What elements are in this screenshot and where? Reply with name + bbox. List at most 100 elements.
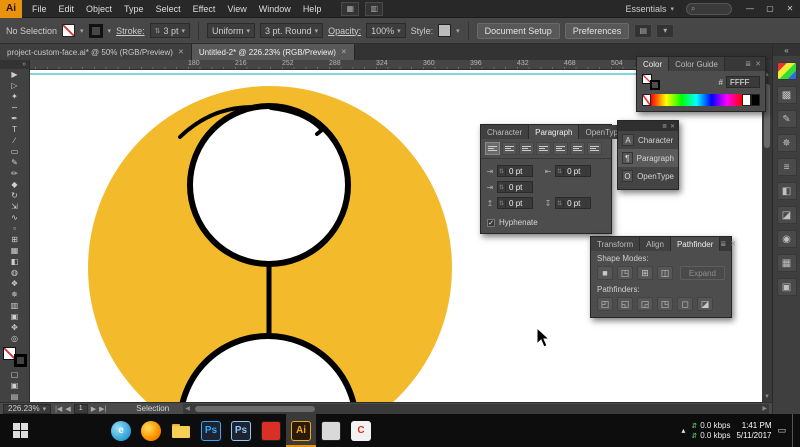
pencil-tool[interactable]: ✏ [4, 168, 26, 179]
menu-help[interactable]: Help [297, 0, 328, 18]
tab-align[interactable]: Align [640, 237, 671, 251]
scale-tool[interactable]: ⇲ [4, 201, 26, 212]
start-button[interactable] [0, 414, 40, 447]
style-swatch[interactable] [438, 24, 452, 37]
panel-menu-icon[interactable]: ≣ [745, 60, 751, 68]
swatches-panel-icon[interactable]: ▩ [776, 86, 797, 104]
direct-selection-tool[interactable]: ▷ [4, 80, 26, 91]
control-overflow-icon[interactable]: ▾ [656, 23, 675, 38]
shape-mode-exclude[interactable]: ◫ [657, 266, 673, 280]
none-color-swatch[interactable] [642, 94, 651, 106]
justify-last-right[interactable] [570, 142, 585, 155]
chevron-down-icon[interactable]: ▾ [397, 27, 401, 35]
close-icon[interactable]: ✕ [341, 48, 347, 56]
screen-layout-icon[interactable]: ▥ [365, 1, 384, 16]
vertical-scrollbar[interactable]: ▲ ▼ [762, 70, 772, 402]
line-segment-tool[interactable]: ∕ [4, 135, 26, 146]
edge-browser[interactable]: e [106, 414, 136, 447]
color-panel-icon[interactable] [776, 62, 797, 80]
width-profile-select[interactable]: Uniform ▾ [206, 23, 256, 38]
menu-edit[interactable]: Edit [53, 0, 81, 18]
document-setup-button[interactable]: Document Setup [476, 22, 560, 39]
flyout-item-paragraph[interactable]: ¶ Paragraph [618, 149, 678, 167]
color-fill-stroke-indicator[interactable] [642, 74, 660, 90]
fill-stroke-indicator[interactable] [2, 346, 27, 367]
white-swatch[interactable] [742, 94, 751, 106]
flyout-item-opentype[interactable]: O OpenType [618, 167, 678, 185]
tab-character[interactable]: Character [481, 125, 530, 139]
right-indent-input[interactable]: ⇅ 0 pt [555, 165, 592, 177]
illustrator[interactable]: Ai [286, 414, 316, 447]
tab-color-guide[interactable]: Color Guide [669, 57, 725, 71]
blend-tool[interactable]: ❖ [4, 278, 26, 289]
document-tab[interactable]: project-custom-face.ai* @ 50% (RGB/Previ… [0, 44, 192, 60]
shape-mode-minus-front[interactable]: ◳ [617, 266, 633, 280]
lasso-tool[interactable]: ∽ [4, 102, 26, 113]
chevron-down-icon[interactable]: ▾ [43, 405, 47, 413]
style-dropdown-icon[interactable]: ▾ [456, 27, 460, 35]
justify-last-center[interactable] [553, 142, 568, 155]
tab-pathfinder[interactable]: Pathfinder [670, 237, 721, 251]
zoom-tool[interactable]: ◎ [4, 333, 26, 344]
tools-collapse-button[interactable]: » [0, 60, 29, 69]
width-tool[interactable]: ∿ [4, 212, 26, 223]
selection-tool[interactable]: ▶ [4, 69, 26, 80]
hyphenate-checkbox[interactable]: ✓ [487, 218, 495, 227]
pathfinder-crop[interactable]: ◳ [657, 297, 673, 311]
pen-tool[interactable]: ✒ [4, 113, 26, 124]
stroke-dropdown-icon[interactable]: ▾ [108, 27, 112, 35]
toolbox-stroke-swatch[interactable] [13, 354, 27, 367]
shape-mode-unite[interactable]: ■ [597, 266, 613, 280]
free-transform-tool[interactable]: ▫ [4, 223, 26, 234]
search-box[interactable]: ⌕ [686, 2, 732, 15]
zoom-level-select[interactable]: 226.23% ▾ [3, 403, 52, 414]
action-center-icon[interactable]: ▭ [777, 425, 786, 436]
left-indent-input[interactable]: ⇅ 0 pt [497, 165, 534, 177]
file-explorer[interactable] [166, 414, 196, 447]
close-icon[interactable]: ✕ [178, 48, 184, 56]
menu-object[interactable]: Object [80, 0, 118, 18]
stroke-link[interactable]: Stroke: [116, 26, 145, 36]
pathfinder-merge[interactable]: ◲ [637, 297, 653, 311]
fill-swatch[interactable] [62, 24, 76, 37]
first-artboard-button[interactable]: |◀ [55, 405, 62, 413]
screen-mode-icon[interactable]: ▤ [4, 391, 26, 402]
panel-menu-icon[interactable]: ≣ [720, 240, 726, 248]
minimize-button[interactable]: — [740, 0, 760, 18]
stepper-icon[interactable]: ⇅ [498, 199, 507, 207]
menu-effect[interactable]: Effect [187, 0, 222, 18]
tray-expand-icon[interactable]: ▴ [681, 426, 685, 435]
stepper-icon[interactable]: ⇅ [498, 183, 507, 191]
document-tab[interactable]: Untitled-2* @ 226.23% (RGB/Preview) ✕ [191, 44, 355, 60]
gray-app[interactable] [316, 414, 346, 447]
stroke-weight-field[interactable]: ⇅ 3 pt ▾ [149, 23, 190, 38]
color-stroke-swatch[interactable] [650, 80, 660, 90]
menu-file[interactable]: File [26, 0, 53, 18]
artboard-number-field[interactable]: 1 [73, 403, 88, 414]
taskbar-clock[interactable]: 1:41 PM 5/11/2017 [736, 421, 771, 441]
type-tool[interactable]: T [4, 124, 26, 135]
stepper-icon[interactable]: ⇅ [556, 199, 565, 207]
close-icon[interactable]: ✕ [755, 60, 761, 68]
chevron-down-icon[interactable]: ▾ [247, 27, 251, 35]
pathfinder-trim[interactable]: ◱ [617, 297, 633, 311]
preferences-button[interactable]: Preferences [564, 22, 630, 39]
adobe-red-app[interactable] [256, 414, 286, 447]
color-spectrum[interactable] [651, 94, 742, 106]
shape-mode-intersect[interactable]: ⊞ [637, 266, 653, 280]
stroke-panel-icon[interactable]: ≡ [776, 158, 797, 176]
close-icon[interactable]: ✕ [670, 123, 675, 130]
gradient-tool[interactable]: ◧ [4, 256, 26, 267]
justify-last-left[interactable] [536, 142, 551, 155]
menu-view[interactable]: View [221, 0, 252, 18]
align-right[interactable] [519, 142, 534, 155]
artboards-panel-icon[interactable]: ▣ [776, 278, 797, 296]
symbol-sprayer-tool[interactable]: ✵ [4, 289, 26, 300]
menu-type[interactable]: Type [118, 0, 150, 18]
fill-dropdown-icon[interactable]: ▾ [80, 27, 84, 35]
last-artboard-button[interactable]: ▶| [99, 405, 106, 413]
next-artboard-button[interactable]: ▶ [91, 405, 96, 413]
column-graph-tool[interactable]: ▥ [4, 300, 26, 311]
tab-paragraph[interactable]: Paragraph [529, 125, 580, 139]
arrange-documents-icon[interactable]: ▦ [341, 1, 360, 16]
